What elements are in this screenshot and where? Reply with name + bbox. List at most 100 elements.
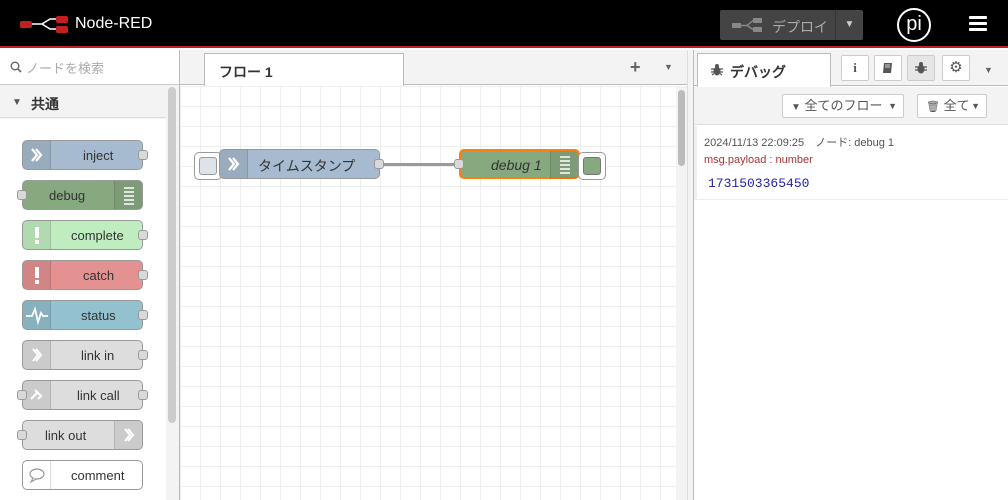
message-meta: 2024/11/13 22:09:25 ノード: debug 1 (704, 137, 894, 149)
debug-toggle-button[interactable] (578, 152, 606, 180)
bug-icon (915, 62, 927, 74)
palette-node-label: link in (81, 348, 115, 363)
node-red-logo-icon (20, 16, 68, 33)
flow-node-debug-1[interactable]: debug 1 (454, 149, 580, 179)
palette-node-label: link out (45, 428, 87, 443)
workspace-scrollbar[interactable] (676, 86, 687, 500)
bug-icon (711, 64, 723, 76)
palette-node-link-out[interactable]: link out (17, 420, 143, 450)
link-in-icon (23, 341, 51, 369)
palette-node-comment[interactable]: comment (22, 460, 143, 490)
search-input[interactable] (26, 58, 174, 78)
search-icon (10, 61, 22, 73)
caret-down-icon: ▼ (971, 101, 980, 111)
message-value[interactable]: 1731503365450 (708, 176, 809, 191)
palette-category-label: 共通 (31, 96, 59, 112)
gear-icon: ⚙ (949, 59, 963, 76)
inject-icon (23, 141, 51, 169)
palette-node-label: comment (71, 468, 125, 483)
workspace-tabs: フロー 1 + ▼ (180, 50, 687, 86)
clear-label: 全て (943, 98, 970, 113)
inject-button[interactable] (194, 152, 222, 180)
output-port[interactable] (138, 350, 148, 360)
sidebar-tabs: デバッグ i ⚙ ▼ (694, 50, 1008, 87)
filter-icon: ▼ (791, 102, 801, 113)
debug-list-icon (114, 181, 142, 209)
output-port[interactable] (138, 150, 148, 160)
header: Node-RED デプロイ ▼ pi (0, 0, 1008, 48)
flow-node-label: debug 1 (491, 157, 542, 173)
alert-icon (23, 221, 51, 249)
palette-node-catch[interactable]: catch (22, 260, 148, 290)
debug-toolbar: ▼ 全てのフロー ▼ 🗑 全て ▼ (694, 87, 1008, 125)
filter-label: 全てのフロー (804, 98, 883, 113)
palette-scrollbar[interactable] (168, 87, 176, 423)
flow-node-label: タイムスタンプ (258, 158, 356, 174)
filter-flows-button[interactable]: ▼ 全てのフロー ▼ (782, 94, 904, 118)
deploy-button[interactable]: デプロイ ▼ (720, 10, 863, 40)
sidebar-menu-caret-icon[interactable]: ▼ (984, 65, 993, 75)
message-property: msg.payload : number (704, 154, 813, 166)
debug-tab-button[interactable] (907, 55, 935, 81)
palette-node-link-in[interactable]: link in (22, 340, 148, 370)
debug-list-icon (550, 151, 578, 179)
input-port[interactable] (17, 430, 27, 440)
alert-icon (23, 261, 51, 289)
deploy-menu-button[interactable]: ▼ (835, 10, 863, 40)
output-port[interactable] (138, 390, 148, 400)
trash-icon: 🗑 (926, 101, 940, 113)
tab-flow-1[interactable]: フロー 1 (204, 53, 404, 86)
comment-icon (23, 461, 51, 489)
tab-debug[interactable]: デバッグ (697, 53, 831, 87)
flow-list-caret-icon[interactable]: ▼ (664, 62, 673, 72)
config-tab-button[interactable]: ⚙ (942, 55, 970, 81)
workspace: フロー 1 + ▼ タイムスタンプ debug 1 (180, 50, 687, 500)
palette-node-label: link call (77, 388, 120, 403)
app-title: Node-RED (75, 15, 153, 32)
clear-messages-button[interactable]: 🗑 全て ▼ (917, 94, 987, 118)
book-icon (883, 63, 892, 73)
link-out-icon (114, 421, 142, 449)
palette-node-inject[interactable]: inject (22, 140, 148, 170)
caret-down-icon: ▼ (888, 101, 897, 111)
palette-node-label: status (81, 308, 116, 323)
user-avatar[interactable]: pi (897, 8, 931, 42)
palette-node-label: complete (71, 228, 124, 243)
tab-label: フロー 1 (219, 64, 273, 80)
pulse-icon (23, 301, 51, 329)
output-port[interactable] (138, 310, 148, 320)
wire[interactable] (381, 163, 459, 166)
flow-canvas[interactable]: タイムスタンプ debug 1 (180, 86, 676, 500)
link-call-icon (23, 381, 51, 409)
palette-node-complete[interactable]: complete (22, 220, 148, 250)
deploy-icon (732, 18, 762, 32)
tab-label: デバッグ (730, 64, 786, 80)
palette-node-label: debug (49, 188, 86, 203)
output-port[interactable] (138, 270, 148, 280)
sidebar: デバッグ i ⚙ ▼ ▼ 全てのフロー ▼ 🗑 全て ▼ 2024/11/13 … (693, 50, 1008, 500)
chevron-down-icon: ▼ (12, 97, 22, 108)
palette: ▼ 共通 inject debug complete (0, 50, 180, 500)
palette-node-label: inject (83, 148, 114, 163)
input-port[interactable] (17, 390, 27, 400)
message-marker (694, 126, 697, 200)
output-port[interactable] (374, 159, 384, 169)
info-tab-button[interactable]: i (841, 55, 869, 81)
input-port[interactable] (17, 190, 27, 200)
output-port[interactable] (138, 230, 148, 240)
hamburger-menu-icon[interactable] (966, 14, 992, 34)
inject-icon (220, 150, 248, 178)
palette-node-label: catch (83, 268, 115, 283)
palette-node-link-call[interactable]: link call (17, 380, 148, 410)
palette-category-header[interactable]: ▼ 共通 (0, 86, 166, 118)
palette-node-debug[interactable]: debug (17, 180, 143, 210)
palette-node-list: inject debug complete catch status link … (0, 119, 166, 500)
deploy-label: デプロイ (772, 19, 828, 35)
add-flow-icon[interactable]: + (630, 57, 641, 78)
flow-node-timestamp[interactable]: タイムスタンプ (219, 149, 384, 179)
input-port[interactable] (454, 159, 464, 169)
info-icon: i (853, 60, 857, 75)
help-tab-button[interactable] (874, 55, 902, 81)
palette-node-status[interactable]: status (22, 300, 148, 330)
debug-message[interactable]: 2024/11/13 22:09:25 ノード: debug 1 msg.pay… (694, 126, 1008, 200)
